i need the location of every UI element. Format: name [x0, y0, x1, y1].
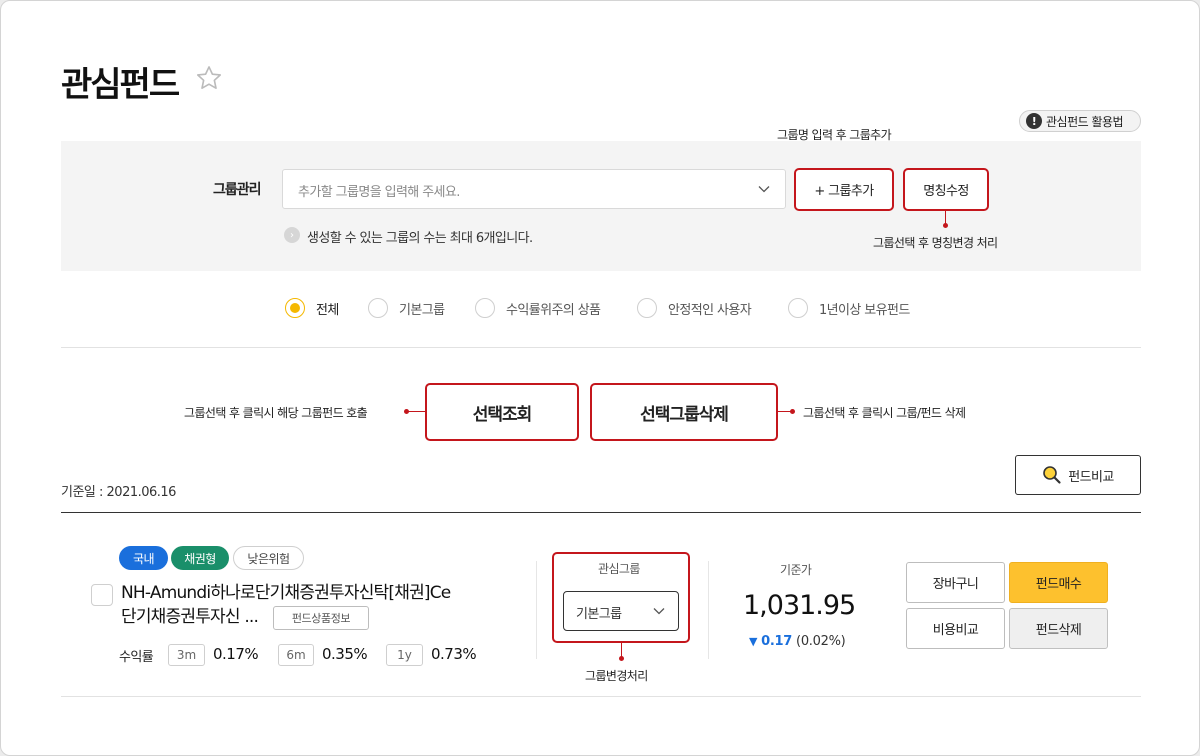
- radio-icon: [637, 298, 657, 318]
- group-label: 그룹관리: [213, 182, 262, 198]
- row-divider: [61, 696, 1141, 697]
- period-badge: 3m: [168, 644, 205, 666]
- price-value: 1,031.95: [743, 590, 856, 621]
- fund-checkbox[interactable]: [91, 584, 113, 606]
- change-value: 0.17: [761, 634, 793, 649]
- cart-button[interactable]: 장바구니: [906, 562, 1005, 603]
- price-label: 기준가: [780, 563, 812, 577]
- filter-label: 안정적인 사용자: [668, 302, 752, 318]
- fund-compare-button[interactable]: 펀드비교: [1015, 455, 1141, 495]
- chevron-right-icon: ›: [284, 227, 300, 243]
- base-date: 기준일 : 2021.06.16: [61, 485, 176, 500]
- filter-label: 수익률위주의 상품: [506, 302, 601, 318]
- change-percent: (0.02%): [796, 634, 846, 649]
- fund-info-button[interactable]: 펀드상품정보: [273, 606, 369, 630]
- column-divider: [708, 561, 709, 659]
- cost-compare-button[interactable]: 비용비교: [906, 608, 1005, 649]
- filter-radio-basic[interactable]: 기본그룹: [368, 298, 445, 318]
- return-value: 0.73%: [431, 645, 477, 663]
- return-value: 0.35%: [322, 645, 368, 663]
- annotation-select-query: 그룹선택 후 클릭시 해당 그룹펀드 호출: [184, 406, 368, 420]
- buy-fund-button[interactable]: 펀드매수: [1009, 562, 1108, 603]
- annotation-change-group: 그룹변경처리: [585, 669, 648, 683]
- period-badge: 6m: [278, 644, 314, 666]
- annotation-box-add: [794, 168, 894, 211]
- radio-selected-icon: [285, 298, 305, 318]
- radio-icon: [368, 298, 388, 318]
- radio-icon: [475, 298, 495, 318]
- divider: [61, 347, 1141, 348]
- annotation-rename: 그룹선택 후 명칭변경 처리: [873, 236, 998, 250]
- delete-fund-button[interactable]: 펀드삭제: [1009, 608, 1108, 649]
- return-label: 수익률: [119, 650, 154, 665]
- down-arrow-icon: ▼: [749, 635, 758, 648]
- period-badge: 1y: [386, 644, 423, 666]
- radio-icon: [788, 298, 808, 318]
- annotation-box-group-change: [552, 552, 690, 643]
- annotation-dot: [943, 223, 948, 228]
- fund-compare-label: 펀드비교: [1068, 469, 1114, 485]
- fund-name-line1: NH-Amundi하나로단기채증권투자신탁[채권]Ce: [121, 583, 451, 603]
- filter-label: 기본그룹: [399, 302, 445, 318]
- annotation-dot: [619, 656, 624, 661]
- group-name-placeholder: 추가할 그룹명을 입력해 주세요.: [298, 185, 460, 200]
- group-limit-info: 생성할 수 있는 그룹의 수는 최대 6개입니다.: [307, 231, 533, 246]
- annotation-select-delete: 그룹선택 후 클릭시 그룹/펀드 삭제: [803, 406, 966, 420]
- table-top-border: [61, 512, 1141, 513]
- page-title: 관심펀드: [61, 65, 180, 105]
- filter-radio-return[interactable]: 수익률위주의 상품: [475, 298, 601, 318]
- filter-label: 1년이상 보유펀드: [819, 302, 910, 318]
- annotation-dot: [790, 409, 795, 414]
- magnifier-icon: [1043, 466, 1061, 484]
- filter-radio-stable[interactable]: 안정적인 사용자: [637, 298, 752, 318]
- help-button-label: 관심펀드 활용법: [1046, 114, 1124, 129]
- price-change: ▼ 0.17 (0.02%): [749, 634, 846, 649]
- exclamation-icon: !: [1026, 113, 1042, 129]
- filter-radio-hold[interactable]: 1년이상 보유펀드: [788, 298, 910, 318]
- tag-bond: 채권형: [171, 546, 229, 570]
- chevron-down-icon: [758, 186, 770, 193]
- filter-radio-all[interactable]: 전체: [285, 298, 339, 318]
- annotation-box-delete: [590, 383, 778, 441]
- column-divider: [536, 561, 537, 659]
- annotation-line: [408, 411, 426, 412]
- filter-label: 전체: [316, 302, 339, 318]
- annotation-line: [621, 643, 622, 657]
- help-button[interactable]: ! 관심펀드 활용법: [1019, 110, 1141, 132]
- group-name-input[interactable]: 추가할 그룹명을 입력해 주세요.: [282, 169, 786, 209]
- star-icon[interactable]: [195, 64, 223, 92]
- annotation-box-rename: [903, 168, 989, 211]
- page-frame: 관심펀드 ! 관심펀드 활용법 그룹명 입력 후 그룹추가 그룹관리 추가할 그…: [0, 0, 1200, 756]
- annotation-box-query: [425, 383, 579, 441]
- tag-domestic: 국내: [119, 546, 168, 570]
- return-value: 0.17%: [213, 645, 259, 663]
- tag-risk: 낮은위험: [233, 546, 304, 570]
